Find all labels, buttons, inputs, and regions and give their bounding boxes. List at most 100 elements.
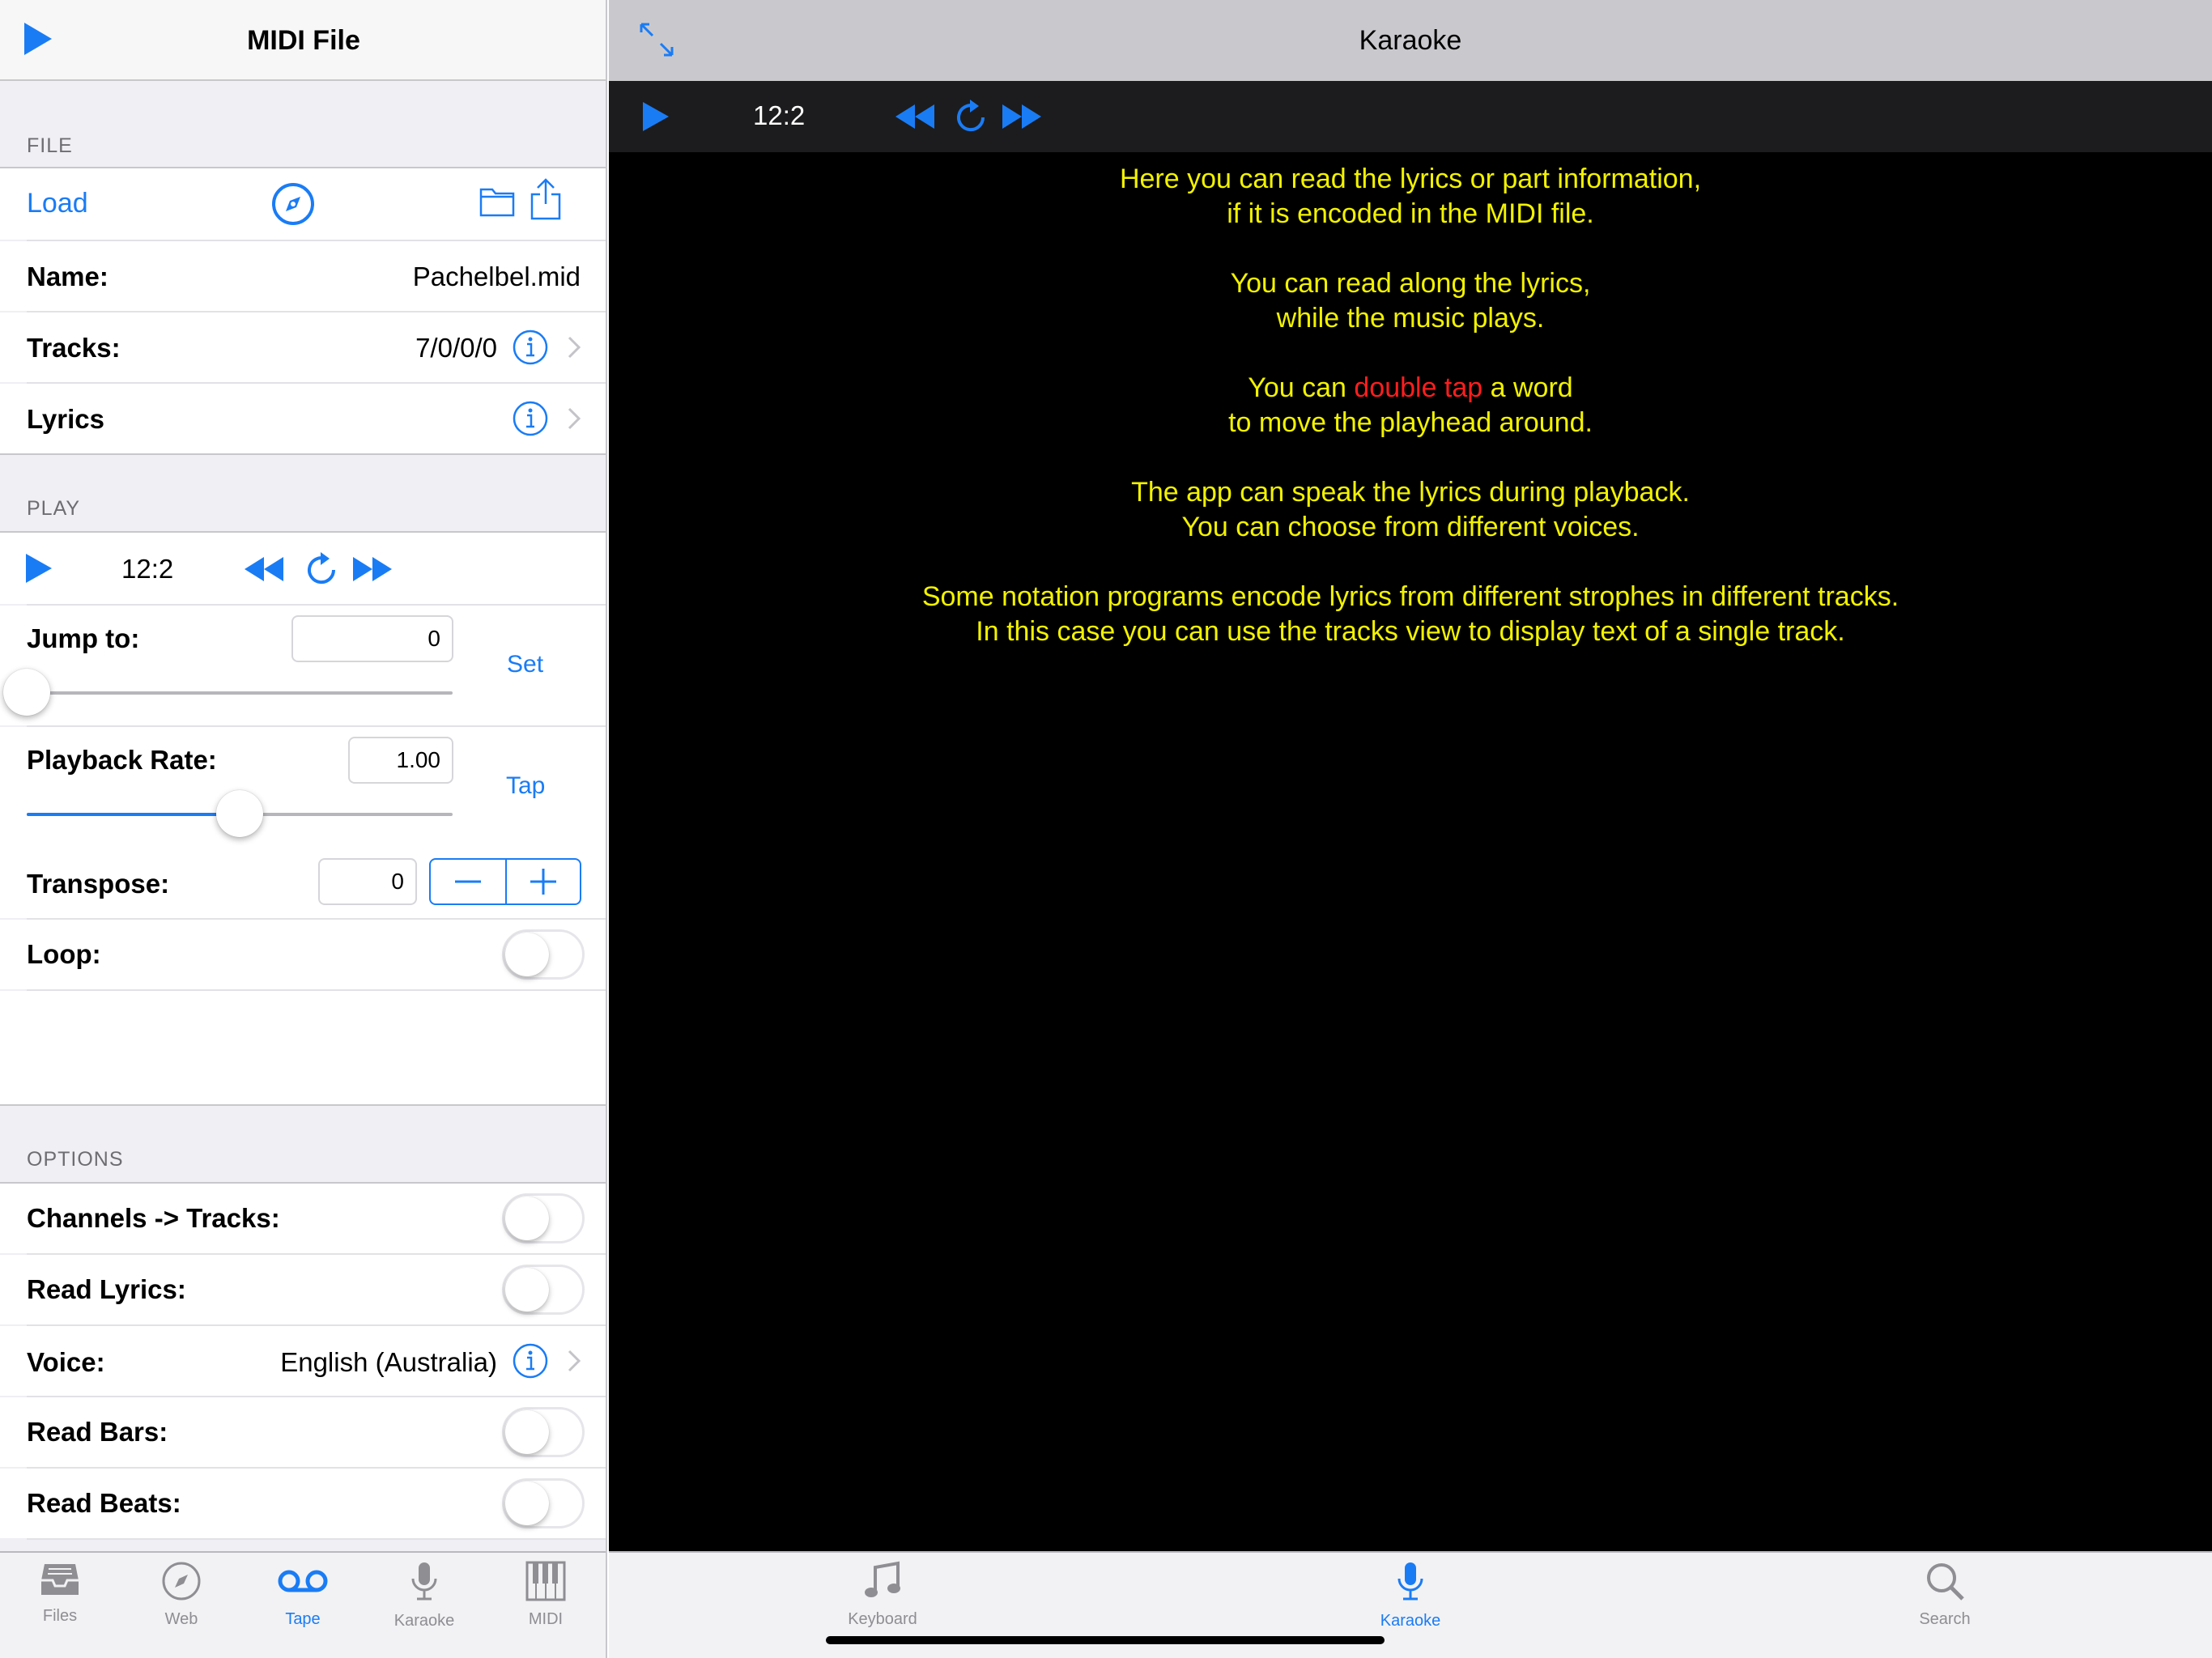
set-button[interactable]: Set: [507, 651, 543, 678]
toggle-knob: [505, 1197, 549, 1240]
tab-label: Files: [42, 1607, 78, 1625]
channels-tracks-row: Channels -> Tracks:: [0, 1184, 606, 1253]
lyrics-line: if it is encoded in the MIDI file.: [1227, 198, 1594, 229]
channels-tracks-label: Channels -> Tracks:: [27, 1203, 280, 1233]
section-header-play: PLAY: [27, 497, 81, 520]
fast-forward-icon[interactable]: [1001, 103, 1043, 134]
tab-search[interactable]: Search: [1888, 1561, 2001, 1629]
playback-rate-slider-thumb[interactable]: [216, 790, 263, 837]
info-icon[interactable]: [512, 329, 549, 366]
load-button[interactable]: Load: [27, 188, 88, 219]
transpose-label: Transpose:: [27, 869, 170, 899]
page-title: MIDI File: [247, 25, 360, 56]
repeat-icon[interactable]: [304, 549, 340, 592]
toggle-knob: [505, 933, 549, 976]
lyrics-line: while the music plays.: [1276, 303, 1545, 334]
lyrics-line: You can read along the lyrics,: [1230, 268, 1591, 299]
transpose-row: Transpose: 0: [0, 847, 606, 918]
left-nav-bar: MIDI File: [0, 0, 606, 81]
name-row: Name: Pachelbel.mid: [0, 241, 606, 311]
transpose-stepper: [429, 858, 581, 905]
fast-forward-icon[interactable]: [351, 555, 393, 587]
lyrics-line: In this case you can use the tracks view…: [976, 616, 1845, 647]
piano-keys-icon: [525, 1561, 566, 1601]
read-beats-toggle[interactable]: [502, 1478, 585, 1528]
rewind-icon[interactable]: [243, 555, 285, 587]
play-icon[interactable]: [24, 552, 53, 589]
blank-row: [0, 991, 606, 1104]
playback-rate-field[interactable]: 1.00: [348, 737, 453, 784]
tab-label: Web: [164, 1610, 198, 1628]
lyrics-line: The app can speak the lyrics during play…: [1131, 477, 1690, 508]
increment-button[interactable]: [507, 860, 580, 903]
chevron-right-icon: [562, 402, 586, 435]
lyrics-highlight-word[interactable]: double tap: [1354, 372, 1482, 403]
channels-tracks-toggle[interactable]: [502, 1193, 585, 1244]
jump-slider-thumb[interactable]: [3, 669, 50, 716]
info-icon[interactable]: [512, 1342, 549, 1380]
lyrics-paragraph: You can read along the lyrics, while the…: [609, 266, 2212, 336]
chevron-right-icon: [562, 1345, 586, 1377]
tab-files[interactable]: Files: [19, 1561, 100, 1626]
home-indicator[interactable]: [826, 1636, 1385, 1644]
read-bars-row: Read Bars:: [0, 1397, 606, 1467]
tap-button[interactable]: Tap: [506, 772, 545, 800]
search-icon: [1927, 1563, 1964, 1601]
play-icon[interactable]: [641, 100, 670, 137]
jump-slider[interactable]: [3, 669, 453, 716]
microphone-icon: [1397, 1562, 1423, 1601]
lyrics-row[interactable]: Lyrics: [0, 384, 606, 453]
jump-field[interactable]: 0: [291, 615, 453, 662]
loop-toggle[interactable]: [502, 929, 585, 980]
jump-label: Jump to:: [27, 623, 140, 653]
folder-icon[interactable]: [479, 185, 515, 221]
right-nav-bar: Karaoke: [609, 0, 2212, 81]
compass-icon[interactable]: [270, 181, 316, 231]
tab-tape[interactable]: Tape: [262, 1561, 343, 1629]
tracks-row[interactable]: Tracks: 7/0/0/0: [0, 312, 606, 382]
decrement-button[interactable]: [431, 860, 505, 903]
tape-icon: [278, 1570, 328, 1592]
tab-keyboard[interactable]: Keyboard: [826, 1561, 939, 1629]
read-bars-toggle[interactable]: [502, 1407, 585, 1457]
divider: [0, 453, 606, 455]
playback-rate-label: Playback Rate:: [27, 745, 217, 775]
transport-row: 12:2: [0, 533, 606, 604]
tracks-label: Tracks:: [27, 333, 121, 363]
tab-web[interactable]: Web: [141, 1561, 222, 1629]
lyrics-line: You can choose from different voices.: [1181, 512, 1640, 542]
load-row: Load: [0, 168, 606, 240]
tab-label: Tape: [285, 1610, 321, 1628]
tab-label: Keyboard: [848, 1610, 917, 1628]
tab-midi[interactable]: MIDI: [505, 1561, 586, 1629]
share-icon[interactable]: [530, 178, 562, 224]
file-name-value: Pachelbel.mid: [412, 261, 581, 291]
rewind-icon[interactable]: [894, 103, 936, 134]
repeat-icon[interactable]: [954, 96, 989, 139]
tab-karaoke-left[interactable]: Karaoke: [384, 1561, 465, 1630]
read-beats-row: Read Beats:: [0, 1469, 606, 1538]
playback-rate-slider[interactable]: [27, 790, 453, 837]
lyrics-paragraph: Here you can read the lyrics or part inf…: [609, 162, 2212, 232]
music-note-icon: [865, 1561, 900, 1597]
tab-label: MIDI: [528, 1610, 564, 1628]
read-bars-label: Read Bars:: [27, 1417, 168, 1447]
voice-row[interactable]: Voice: English (Australia): [0, 1326, 606, 1396]
info-icon[interactable]: [512, 400, 549, 437]
transpose-field[interactable]: 0: [318, 858, 417, 905]
lyrics-line: Here you can read the lyrics or part inf…: [1119, 164, 1702, 194]
lyrics-line: to move the playhead around.: [1228, 407, 1593, 438]
voice-label: Voice:: [27, 1347, 105, 1377]
lyrics-paragraph: You can double tap a word to move the pl…: [609, 371, 2212, 440]
playhead-time: 12:2: [121, 554, 174, 584]
read-lyrics-toggle[interactable]: [502, 1265, 585, 1315]
lyrics-line: Some notation programs encode lyrics fro…: [921, 581, 1899, 612]
lyrics-text: a word: [1482, 372, 1573, 403]
tab-karaoke[interactable]: Karaoke: [1354, 1561, 1467, 1630]
karaoke-transport-bar: 12:2: [609, 81, 2212, 152]
section-header-file: FILE: [27, 134, 73, 157]
lyrics-display[interactable]: Here you can read the lyrics or part inf…: [609, 162, 2212, 684]
loop-label: Loop:: [27, 939, 101, 969]
tray-icon: [41, 1564, 79, 1595]
read-lyrics-label: Read Lyrics:: [27, 1274, 186, 1304]
